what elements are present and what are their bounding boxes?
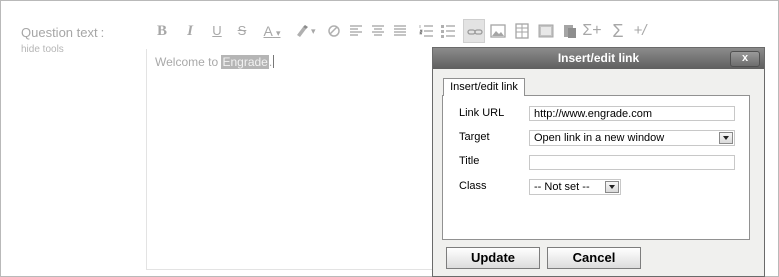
class-select[interactable]: -- Not set --: [529, 179, 621, 195]
class-select-value: -- Not set --: [534, 181, 590, 193]
text-caret: [273, 55, 275, 68]
highlight-dropdown-icon: ▾: [311, 26, 316, 36]
question-text-label-text: Question text: [21, 25, 98, 40]
editor-text-before: Welcome to: [155, 55, 219, 69]
editor-text-after: .: [268, 55, 273, 69]
title-label: Title: [459, 155, 480, 167]
bold-icon: B: [156, 23, 167, 39]
bullet-list-icon: [441, 25, 455, 38]
target-select-value: Open link in a new window: [534, 132, 665, 144]
close-button[interactable]: x: [730, 51, 760, 67]
link-url-label: Link URL: [459, 107, 505, 119]
align-left-icon: [350, 25, 362, 36]
chevron-down-icon: [719, 132, 733, 144]
close-icon: x: [741, 52, 749, 64]
underline-button[interactable]: U: [206, 19, 228, 43]
bullet-list-button[interactable]: [437, 19, 459, 43]
update-button[interactable]: Update: [446, 247, 540, 269]
link-form-panel: Link URL http://www.engrade.com Target O…: [442, 95, 750, 240]
question-text-label: Question text:: [21, 25, 104, 40]
special-formula-button[interactable]: +/: [629, 19, 651, 43]
sum-button[interactable]: Σ: [607, 19, 629, 43]
target-select[interactable]: Open link in a new window: [529, 130, 735, 146]
insert-table-button[interactable]: [511, 19, 533, 43]
numbered-list-button[interactable]: [415, 19, 437, 43]
insert-image-button[interactable]: [487, 19, 509, 43]
link-icon: [467, 29, 483, 35]
italic-icon: I: [187, 23, 193, 39]
align-center-icon: [372, 25, 384, 36]
tab-insert-edit-link[interactable]: Insert/edit link: [443, 78, 525, 96]
align-left-button[interactable]: [345, 19, 367, 43]
hide-tools-link[interactable]: hide tools: [21, 44, 64, 55]
sigma-icon: Σ: [612, 21, 624, 41]
highlight-color-button[interactable]: ▾: [291, 19, 321, 43]
cancel-button[interactable]: Cancel: [547, 247, 641, 269]
dialog-titlebar[interactable]: Insert/edit link x: [433, 48, 764, 69]
eraser-icon: [328, 25, 340, 37]
dialog-title: Insert/edit link: [557, 51, 640, 65]
font-color-icon: A: [263, 23, 273, 39]
strikethrough-button[interactable]: S: [231, 19, 253, 43]
highlight-marker-icon: [297, 25, 308, 37]
label-colon: :: [100, 25, 105, 40]
align-justify-icon: [394, 25, 406, 36]
formula-icon: +/: [633, 22, 647, 39]
equation-button[interactable]: Σ+: [581, 19, 603, 43]
page-frame: Question text: hide tools B I U S A ▾ ▾: [0, 0, 779, 277]
insert-edit-link-dialog: Insert/edit link x Insert/edit link Link…: [432, 47, 765, 277]
insert-link-button[interactable]: [463, 19, 485, 43]
paste-button[interactable]: [559, 19, 581, 43]
insert-media-button[interactable]: [535, 19, 557, 43]
link-url-input[interactable]: http://www.engrade.com: [529, 106, 735, 121]
eraser-button[interactable]: [323, 19, 345, 43]
align-center-button[interactable]: [367, 19, 389, 43]
title-input[interactable]: [529, 155, 735, 170]
font-color-dropdown-icon: ▾: [275, 28, 281, 38]
target-label: Target: [459, 131, 490, 143]
bold-button[interactable]: B: [151, 19, 173, 43]
paste-icon: [564, 25, 576, 38]
numbered-list-icon: [419, 25, 433, 37]
chevron-down-icon: [605, 181, 619, 193]
strikethrough-icon: S: [237, 23, 247, 38]
font-color-button[interactable]: A ▾: [257, 19, 287, 43]
class-label: Class: [459, 180, 487, 192]
align-justify-button[interactable]: [389, 19, 411, 43]
media-icon: [538, 24, 554, 38]
editor-content: Welcome to Engrade.: [155, 55, 275, 69]
selected-text: Engrade: [221, 55, 269, 69]
italic-button[interactable]: I: [179, 19, 201, 43]
equation-icon: Σ+: [582, 22, 602, 39]
image-icon: [490, 24, 506, 38]
table-icon: [515, 23, 529, 39]
underline-icon: U: [212, 23, 222, 38]
